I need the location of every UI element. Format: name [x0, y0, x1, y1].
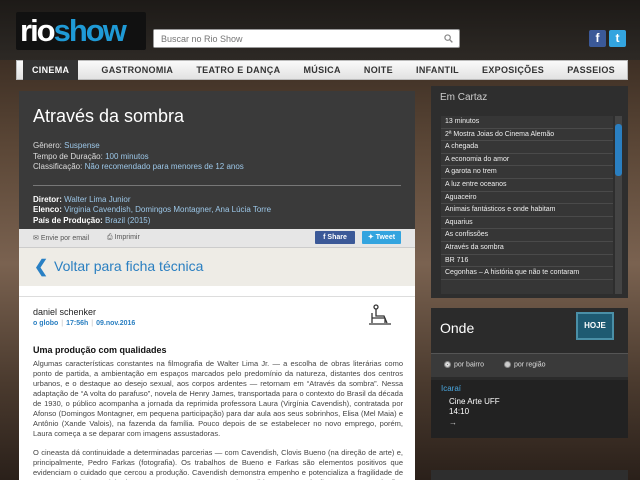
back-label[interactable]: Voltar para ficha técnica [54, 258, 203, 274]
main-content: Através da sombra Gênero: Suspense Tempo… [19, 91, 415, 480]
movie-list-item[interactable]: A chegada [441, 141, 613, 154]
search-box[interactable] [153, 29, 460, 48]
movie-list-item[interactable]: 2ª Mostra Joias do Cinema Alemão [441, 129, 613, 142]
movie-list-item[interactable]: Através da sombra [441, 242, 613, 255]
site-header: rioshow f t [0, 0, 640, 60]
twitter-tweet-button[interactable]: ✦ Tweet [362, 231, 401, 244]
divider [33, 184, 401, 186]
director-row: Diretor: Walter Lima Junior [33, 194, 131, 204]
session-time: 14:10 [449, 407, 470, 416]
article-meta: o globo | 17:56h | 09.nov.2016 [33, 320, 136, 327]
nav-teatro-e-danca[interactable]: TEATRO E DANÇA [196, 65, 280, 75]
filter-por-regiao[interactable]: por região [504, 361, 546, 368]
em-cartaz-list: 13 minutos 2ª Mostra Joias do Cinema Ale… [441, 116, 613, 294]
nav-musica[interactable]: MÚSICA [303, 65, 340, 75]
movie-list-item[interactable]: A luz entre oceanos [441, 179, 613, 192]
movie-list-item[interactable]: Aguaceiro [441, 192, 613, 205]
search-icon[interactable] [444, 34, 453, 43]
radio-icon[interactable] [444, 361, 451, 368]
place-result: Icaraí Cine Arte UFF 14:10 → [431, 380, 628, 438]
country-row: País de Produção: Brazil (2015) [33, 215, 151, 225]
main-nav: CINEMA GASTRONOMIA TEATRO E DANÇA MÚSICA… [16, 60, 628, 80]
author-name: daniel schenker [33, 307, 97, 317]
twitter-icon[interactable]: t [609, 30, 626, 47]
movie-list-item[interactable]: A garota no trem [441, 166, 613, 179]
movie-list-item[interactable]: Aquarius [441, 217, 613, 230]
nav-gastronomia[interactable]: GASTRONOMIA [101, 65, 173, 75]
search-input[interactable] [154, 30, 434, 47]
email-share[interactable]: ✉ Envie por email [33, 234, 89, 242]
article-paragraph: O cineasta dá continuidade a determinada… [33, 448, 403, 480]
rioshow-logo[interactable]: rioshow [16, 12, 146, 50]
radio-icon[interactable] [504, 361, 511, 368]
movie-list-item[interactable]: A economia do amor [441, 154, 613, 167]
back-link[interactable]: ❮ Voltar para ficha técnica [19, 248, 415, 286]
hoje-button[interactable]: HOJE [576, 312, 614, 340]
em-cartaz-panel: Em Cartaz 13 minutos 2ª Mostra Joias do … [431, 86, 628, 298]
movie-list-item[interactable]: Cegonhas – A história que não te contara… [441, 267, 613, 280]
facebook-icon[interactable]: f [589, 30, 606, 47]
venue-name[interactable]: Cine Arte UFF [449, 397, 500, 406]
movie-list-item[interactable]: Animais fantásticos e onde habitam [441, 204, 613, 217]
list-scrollbar[interactable] [615, 116, 622, 294]
filter-por-bairro[interactable]: por bairro [444, 361, 484, 368]
nav-passeios[interactable]: PASSEIOS [567, 65, 615, 75]
film-title: Através da sombra [33, 106, 185, 126]
nav-cinema[interactable]: CINEMA [23, 60, 79, 80]
nav-noite[interactable]: NOITE [364, 65, 393, 75]
nav-infantil[interactable]: INFANTIL [416, 65, 459, 75]
chevron-left-icon: ❮ [34, 257, 49, 276]
cast-row: Elenco: Virginia Cavendish, Domingos Mon… [33, 205, 272, 214]
share-bar: ✉ Envie por email ⎙ Imprimir f Share ✦ T… [19, 229, 415, 248]
movie-list-item[interactable]: 13 minutos [441, 116, 613, 129]
article-paragraph: Algumas características constantes na fi… [33, 359, 403, 438]
genre-row: Gênero: Suspense [33, 141, 100, 150]
sidebar: Em Cartaz 13 minutos 2ª Mostra Joias do … [431, 86, 628, 438]
film-details: Através da sombra Gênero: Suspense Tempo… [19, 91, 415, 229]
arrow-right-icon[interactable]: → [449, 418, 457, 427]
rating-row: Classificação: Não recomendado para meno… [33, 162, 244, 171]
review-article: daniel schenker o globo | 17:56h | 09.nov.20… [19, 296, 415, 480]
movie-list-item[interactable]: As confissões [441, 229, 613, 242]
movie-list-item[interactable]: BR 716 [441, 255, 613, 268]
sidebar-next-panel [431, 470, 628, 480]
duration-row: Tempo de Duração: 100 minutos [33, 151, 149, 161]
onde-title: Onde [440, 320, 475, 336]
article-title: Uma produção com qualidades [33, 345, 167, 355]
chair-rating-icon [369, 304, 391, 325]
neighborhood-name[interactable]: Icaraí [441, 384, 461, 393]
print-button[interactable]: ⎙ Imprimir [107, 234, 140, 242]
onde-panel: Onde HOJE por bairro por região Icaraí C… [431, 308, 628, 438]
em-cartaz-title: Em Cartaz [440, 92, 488, 103]
facebook-share-button[interactable]: f Share [315, 231, 355, 244]
twitter-icon: ✦ [367, 234, 376, 241]
nav-exposicoes[interactable]: EXPOSIÇÕES [482, 65, 544, 75]
location-filters: por bairro por região [431, 353, 628, 377]
scrollbar-thumb[interactable] [615, 124, 622, 176]
